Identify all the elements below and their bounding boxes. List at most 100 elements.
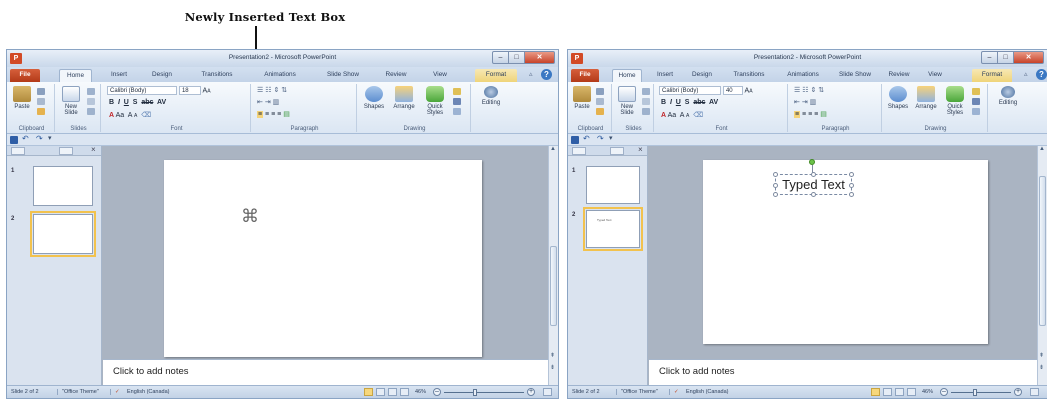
customize-qat-icon[interactable]: ▾ xyxy=(609,134,613,142)
vertical-scrollbar[interactable]: ▲ ⇞ ⇟ xyxy=(1037,146,1047,385)
tab-home[interactable]: Home xyxy=(612,69,642,82)
zoom-out-button[interactable]: – xyxy=(433,388,441,396)
help-icon[interactable]: ? xyxy=(541,69,552,80)
justify-icon[interactable]: ≡ xyxy=(277,111,281,118)
quick-styles-button[interactable]: Quick Styles xyxy=(942,86,968,116)
redo-icon[interactable]: ↷ xyxy=(597,134,604,143)
slide-canvas[interactable]: Typed Text xyxy=(703,159,988,344)
maximize-button[interactable]: □ xyxy=(509,51,525,64)
font-name-box[interactable]: Calibri (Body) xyxy=(659,86,721,95)
zoom-slider-knob[interactable] xyxy=(473,389,477,396)
align-left-icon[interactable]: ≡ xyxy=(794,111,801,118)
resize-handle-icon[interactable] xyxy=(811,172,816,177)
character-spacing-icon[interactable]: AV xyxy=(157,99,166,106)
pane-close-icon[interactable]: × xyxy=(91,145,96,154)
font-color-icon[interactable]: A xyxy=(109,112,114,119)
zoom-slider[interactable] xyxy=(951,392,1011,393)
tab-review[interactable]: Review xyxy=(379,69,413,82)
slide-thumbnail-2[interactable]: Typed Text xyxy=(583,207,643,251)
bold-icon[interactable]: B xyxy=(661,99,666,106)
smartart-icon[interactable]: ▤ xyxy=(820,111,827,118)
bullets-icon[interactable]: ☰ xyxy=(257,87,263,94)
tab-format[interactable]: Format xyxy=(475,69,517,82)
shape-outline-icon[interactable] xyxy=(972,98,980,105)
text-direction-icon[interactable]: ⇅ xyxy=(281,87,287,94)
font-size-box[interactable]: 18 xyxy=(178,86,201,95)
spelling-check-icon[interactable]: ✓ xyxy=(669,389,679,395)
outline-tab[interactable] xyxy=(610,147,624,155)
italic-icon[interactable]: I xyxy=(670,99,672,106)
smartart-icon[interactable]: ▤ xyxy=(283,111,290,118)
layout-icon[interactable] xyxy=(87,88,95,95)
save-icon[interactable] xyxy=(571,136,579,144)
tab-transitions[interactable]: Transitions xyxy=(726,69,772,82)
slides-tab[interactable] xyxy=(572,147,586,155)
line-spacing-icon[interactable]: ⇕ xyxy=(273,87,279,94)
tab-view[interactable]: View xyxy=(425,69,455,82)
paste-button[interactable]: Paste xyxy=(11,86,33,110)
reading-view-icon[interactable] xyxy=(388,388,397,396)
undo-icon[interactable]: ↶ xyxy=(22,134,29,143)
tab-animations[interactable]: Animations xyxy=(780,69,826,82)
zoom-level[interactable]: 46% xyxy=(415,389,426,395)
text-direction-icon[interactable]: ⇅ xyxy=(818,87,824,94)
shape-outline-icon[interactable] xyxy=(453,98,461,105)
center-icon[interactable]: ≡ xyxy=(265,111,269,118)
bullets-icon[interactable]: ☰ xyxy=(794,87,800,94)
theme-name[interactable]: "Office Theme" xyxy=(616,389,658,395)
line-spacing-icon[interactable]: ⇕ xyxy=(810,87,816,94)
align-left-icon[interactable]: ≡ xyxy=(257,111,264,118)
shadow-icon[interactable]: S xyxy=(133,99,138,106)
resize-handle-icon[interactable] xyxy=(773,172,778,177)
minimize-button[interactable]: – xyxy=(492,51,509,64)
fit-to-window-icon[interactable] xyxy=(543,388,552,396)
clear-formatting-icon[interactable]: ⌫ xyxy=(141,112,151,119)
font-color-icon[interactable]: A xyxy=(661,112,666,119)
normal-view-icon[interactable] xyxy=(364,388,373,396)
normal-view-icon[interactable] xyxy=(871,388,880,396)
numbering-icon[interactable]: ☷ xyxy=(265,87,271,94)
increase-indent-icon[interactable]: ⇥ xyxy=(802,99,808,106)
center-icon[interactable]: ≡ xyxy=(802,111,806,118)
tab-design[interactable]: Design xyxy=(145,69,179,82)
italic-icon[interactable]: I xyxy=(118,99,120,106)
underline-icon[interactable]: U xyxy=(676,99,681,106)
justify-icon[interactable]: ≡ xyxy=(814,111,818,118)
tab-insert[interactable]: Insert xyxy=(652,69,678,82)
reset-icon[interactable] xyxy=(642,98,650,105)
scroll-up-icon[interactable]: ▲ xyxy=(550,146,556,152)
increase-indent-icon[interactable]: ⇥ xyxy=(265,99,271,106)
tab-review[interactable]: Review xyxy=(884,69,914,82)
slide-canvas[interactable]: ⌘ xyxy=(164,160,482,357)
resize-handle-icon[interactable] xyxy=(849,183,854,188)
slide-show-icon[interactable] xyxy=(907,388,916,396)
shapes-button[interactable]: Shapes xyxy=(886,86,910,110)
fit-to-window-icon[interactable] xyxy=(1030,388,1039,396)
tab-format[interactable]: Format xyxy=(972,69,1012,82)
tab-slide-show[interactable]: Slide Show xyxy=(319,69,367,82)
slide-show-icon[interactable] xyxy=(400,388,409,396)
tab-insert[interactable]: Insert xyxy=(105,69,133,82)
tab-transitions[interactable]: Transitions xyxy=(192,69,242,82)
slide-sorter-icon[interactable] xyxy=(883,388,892,396)
arrange-button[interactable]: Arrange xyxy=(912,86,940,110)
scroll-up-icon[interactable]: ▲ xyxy=(1039,146,1045,152)
slides-tab[interactable] xyxy=(11,147,25,155)
clear-formatting-icon[interactable]: ⌫ xyxy=(693,112,703,119)
layout-icon[interactable] xyxy=(642,88,650,95)
reset-icon[interactable] xyxy=(87,98,95,105)
section-icon[interactable] xyxy=(87,108,95,115)
vertical-scrollbar[interactable]: ▲ ⇞ ⇟ xyxy=(548,146,558,385)
arrange-button[interactable]: Arrange xyxy=(389,86,419,110)
slide-sorter-icon[interactable] xyxy=(376,388,385,396)
shape-fill-icon[interactable] xyxy=(453,88,461,95)
align-right-icon[interactable]: ≡ xyxy=(808,111,812,118)
shapes-button[interactable]: Shapes xyxy=(361,86,387,110)
tab-slide-show[interactable]: Slide Show xyxy=(834,69,876,82)
zoom-slider-knob[interactable] xyxy=(973,389,977,396)
decrease-indent-icon[interactable]: ⇤ xyxy=(257,99,263,106)
resize-handle-icon[interactable] xyxy=(773,183,778,188)
cut-icon[interactable] xyxy=(37,88,45,95)
font-size-box[interactable]: 40 xyxy=(722,86,743,95)
tab-file[interactable]: File xyxy=(571,69,599,82)
